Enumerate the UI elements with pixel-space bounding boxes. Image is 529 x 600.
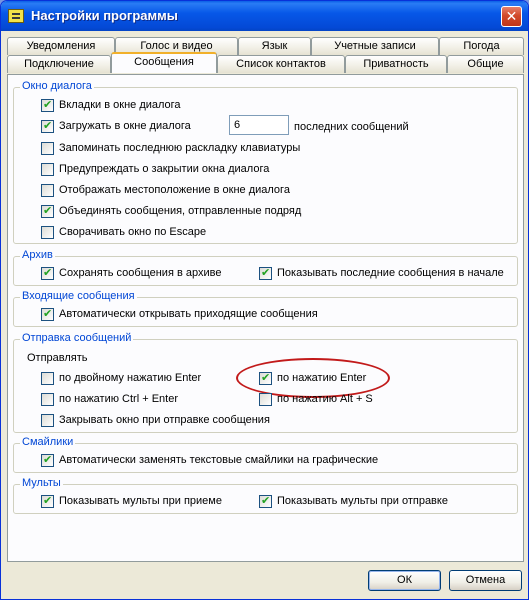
checkbox-label: Предупреждать о закрытии окна диалога [59,163,270,175]
group-legend: Архив [20,249,55,261]
checkbox-label: Загружать в окне диалога [59,120,191,132]
checkbox-box[interactable] [41,267,54,280]
checkbox-label: Вкладки в окне диалога [59,99,181,111]
group-archive: Архив Сохранять сообщения в архиве Показ… [13,249,518,286]
checkbox-label: по нажатию Alt + S [277,393,373,405]
tab-contact-list[interactable]: Список контактов [217,55,345,73]
window-title: Настройки программы [31,8,178,23]
close-button[interactable]: ✕ [501,6,522,27]
checkbox-box[interactable] [41,308,54,321]
checkbox-label: Объединять сообщения, отправленные подря… [59,205,302,217]
checkbox-box[interactable] [41,184,54,197]
checkbox-label: Сворачивать окно по Escape [59,226,207,238]
send-label: Отправлять [27,352,88,364]
checkbox-label: Отображать местоположение в окне диалога [59,184,290,196]
settings-window: Настройки программы ✕ Уведомления Голос … [0,0,529,600]
checkbox-box[interactable] [41,372,54,385]
group-legend: Входящие сообщения [20,290,137,302]
messages-panel: Окно диалога Вкладки в окне диалога Загр… [7,74,524,562]
checkbox-label: Автоматически заменять текстовые смайлик… [59,454,379,466]
checkbox-box[interactable] [41,99,54,112]
highlight-ellipse [236,358,390,398]
checkbox-label: Показывать последние сообщения в начале [277,267,504,279]
checkbox-box[interactable] [41,226,54,239]
checkbox-label: Показывать мульты при приеме [59,495,222,507]
checkbox-label: Закрывать окно при отправке сообщения [59,414,270,426]
checkbox-label: по двойному нажатию Enter [59,372,202,384]
checkbox-box[interactable] [41,393,54,406]
app-icon [8,9,24,23]
checkbox-box[interactable] [259,495,272,508]
checkbox-box[interactable] [41,414,54,427]
tab-general[interactable]: Общие [447,55,524,73]
checkbox-box[interactable] [41,142,54,155]
checkbox-label: Автоматически открывать приходящие сообщ… [59,308,318,320]
group-incoming: Входящие сообщения Автоматически открыва… [13,290,518,327]
checkbox-label: Запоминать последнюю раскладку клавиатур… [59,142,301,154]
message-count-suffix: последних сообщений [294,121,409,133]
checkbox-box[interactable] [41,163,54,176]
cancel-button[interactable]: Отмена [449,570,522,591]
checkbox-box[interactable] [41,495,54,508]
checkbox-label: Сохранять сообщения в архиве [59,267,222,279]
group-legend: Смайлики [20,436,76,448]
group-dialog-window: Окно диалога Вкладки в окне диалога Загр… [13,80,518,244]
checkbox-label: Показывать мульты при отправке [277,495,448,507]
tab-language[interactable]: Язык [238,37,311,55]
group-sending: Отправка сообщений Отправлять по двойном… [13,332,518,433]
group-legend: Отправка сообщений [20,332,134,344]
tab-notifications[interactable]: Уведомления [7,37,115,55]
tab-connection[interactable]: Подключение [7,55,111,73]
tab-strip: Уведомления Голос и видео Язык Учетные з… [7,37,524,75]
tab-accounts[interactable]: Учетные записи [311,37,439,55]
group-smileys: Смайлики Автоматически заменять текстовы… [13,436,518,473]
checkbox-box[interactable] [41,205,54,218]
checkbox-label: по нажатию Ctrl + Enter [59,393,178,405]
tab-privacy[interactable]: Приватность [345,55,447,73]
group-legend: Окно диалога [20,80,94,92]
group-legend: Мульты [20,477,63,489]
message-count-input[interactable]: 6 [229,115,289,135]
title-bar[interactable]: Настройки программы ✕ [1,1,528,31]
checkbox-box[interactable] [259,267,272,280]
tab-weather[interactable]: Погода [439,37,524,55]
group-cartoons: Мульты Показывать мульты при приеме Пока… [13,477,518,514]
checkbox-box[interactable] [41,454,54,467]
checkbox-box[interactable] [41,120,54,133]
tab-messages[interactable]: Сообщения [111,52,217,73]
checkbox-box[interactable] [259,393,272,406]
ok-button[interactable]: ОК [368,570,441,591]
